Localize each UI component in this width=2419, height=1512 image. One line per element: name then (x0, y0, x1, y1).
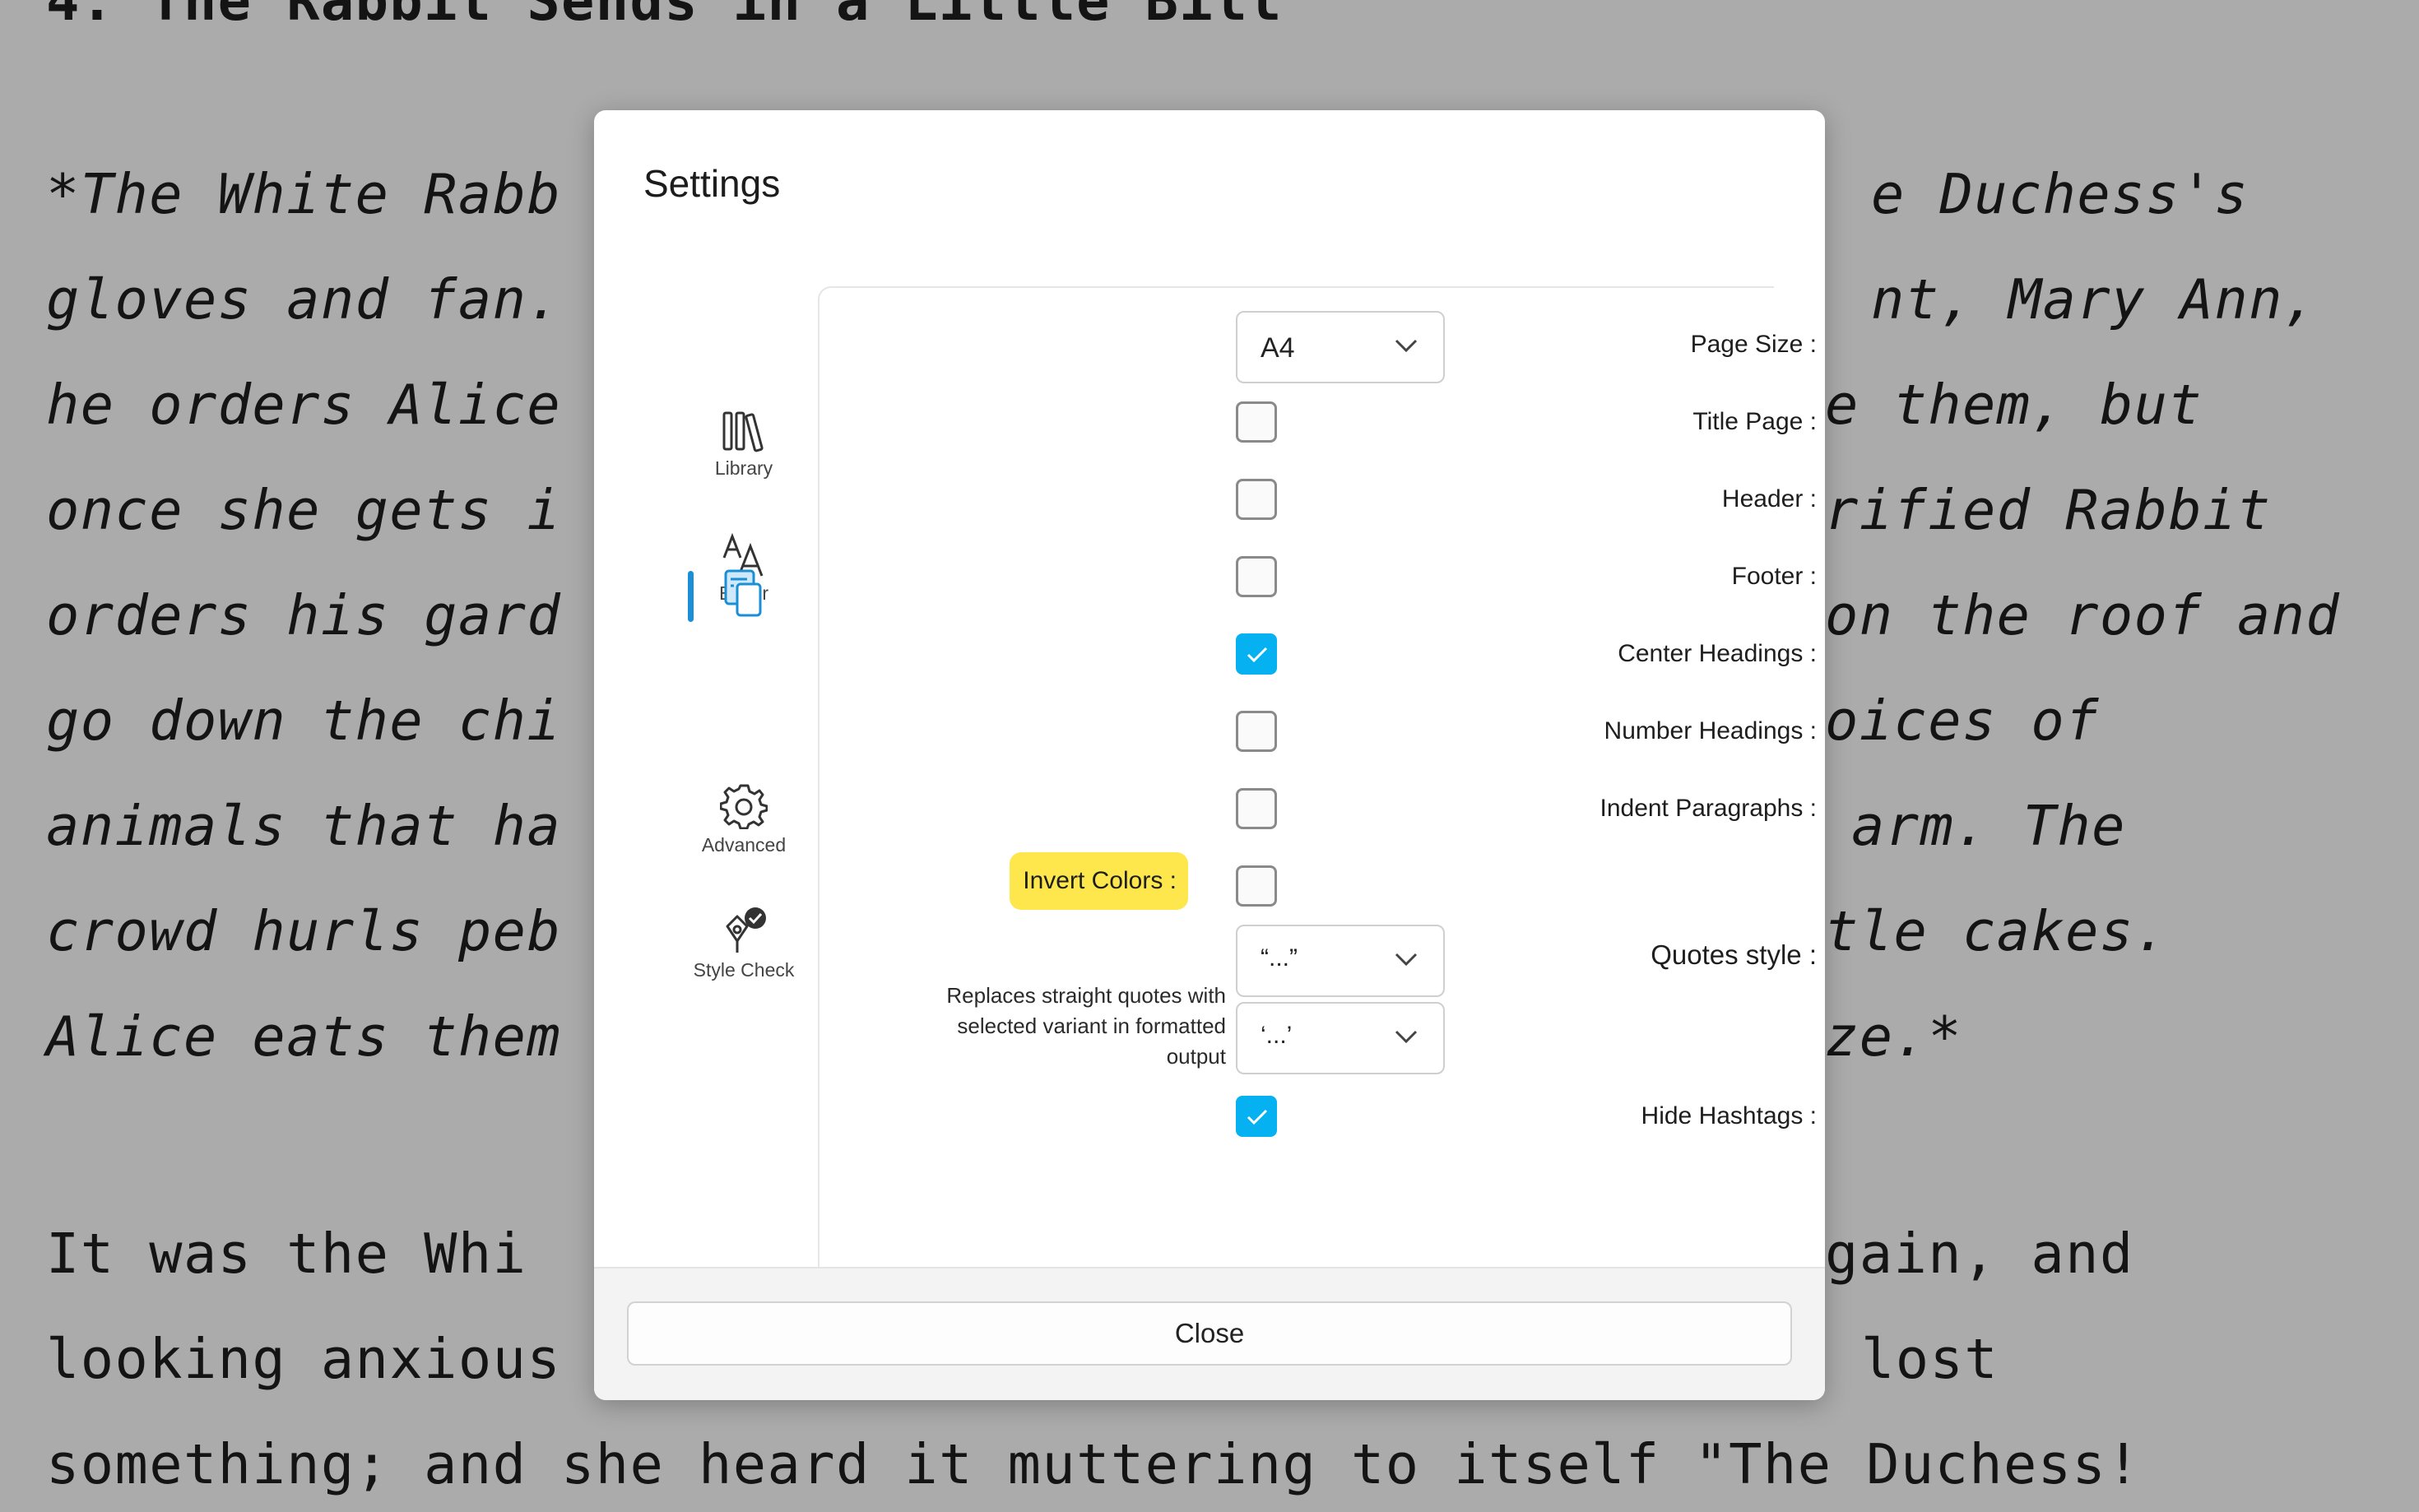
nav-label-library: Library (714, 457, 773, 479)
body-line-right: lost (1861, 1327, 1999, 1391)
invert-colors-label: Invert Colors : (1010, 852, 1188, 910)
header-checkbox[interactable] (1236, 479, 1277, 520)
close-button[interactable]: Close (627, 1301, 1792, 1366)
center-headings-label: Center Headings : (1618, 640, 1817, 667)
style-check-icon (726, 907, 766, 953)
settings-panel (818, 286, 1774, 1283)
summary-line: Alice eats them (46, 1004, 562, 1069)
invert-colors-checkbox[interactable] (1236, 865, 1277, 907)
summary-line: orders his gard (46, 583, 562, 647)
summary-line: *The White Rabb (46, 162, 562, 226)
single-quotes-value: ‘...’ (1261, 1022, 1293, 1049)
nav-item-advanced[interactable]: Advanced (676, 782, 811, 856)
summary-line-right: on the roof and (1825, 583, 2341, 647)
chapter-heading: 4. The Rabbit Sends in a Little Bill (46, 0, 1283, 33)
export-pages-icon (724, 569, 762, 617)
single-quotes-select[interactable]: ‘...’ (1236, 1002, 1445, 1074)
summary-line: he orders Alice (46, 373, 562, 437)
nav-item-library[interactable]: Library (676, 410, 811, 480)
check-icon (1247, 647, 1268, 663)
body-line: looking anxious (46, 1327, 562, 1391)
summary-line-right: e them, but (1825, 373, 2203, 437)
double-quotes-value: “...” (1261, 944, 1298, 972)
nav-label-style-check: Style Check (693, 959, 795, 981)
summary-line: animals that ha (46, 794, 562, 858)
page-size-value: A4 (1261, 332, 1295, 364)
hide-hashtags-checkbox[interactable] (1236, 1096, 1277, 1137)
nav-item-export[interactable] (676, 568, 811, 619)
double-quotes-select[interactable]: “...” (1236, 925, 1445, 997)
title-page-checkbox[interactable] (1236, 401, 1277, 443)
summary-line-right: nt, Mary Ann, (1871, 267, 2318, 332)
summary-line-right: arm. The (1851, 794, 2126, 858)
title-page-label: Title Page : (1692, 408, 1817, 435)
indent-paragraphs-checkbox[interactable] (1236, 788, 1277, 829)
summary-line: go down the chi (46, 689, 562, 753)
summary-line-right: rified Rabbit (1825, 478, 2272, 542)
body-line: It was the Whi (46, 1222, 527, 1286)
chevron-down-icon (1395, 1030, 1418, 1044)
nav-item-style-check[interactable]: Style Check (676, 905, 811, 981)
body-line: something; and she heard it muttering to… (46, 1432, 2141, 1496)
footer-label: Footer : (1731, 563, 1817, 590)
page-size-select[interactable]: A4 (1236, 311, 1445, 383)
summary-line-right: e Duchess's (1871, 162, 2250, 226)
quotes-style-description: Replaces straight quotes with selected v… (946, 983, 1226, 1069)
dialog-title: Settings (643, 162, 781, 205)
summary-line-right: oices of (1825, 689, 2100, 753)
chevron-down-icon (1395, 953, 1418, 967)
header-label: Header : (1721, 485, 1817, 513)
settings-dialog: Settings Library Editor Advanced (594, 110, 1825, 1400)
page-size-label: Page Size : (1690, 331, 1817, 358)
summary-line: once she gets i (46, 478, 562, 542)
library-icon (722, 411, 764, 452)
number-headings-checkbox[interactable] (1236, 711, 1277, 752)
chevron-down-icon (1395, 339, 1418, 353)
summary-line-right: ze.* (1825, 1004, 1962, 1069)
summary-line-right: tle cakes. (1825, 899, 2169, 963)
center-headings-checkbox[interactable] (1236, 633, 1277, 675)
nav-label-advanced: Advanced (701, 834, 787, 856)
gear-icon (720, 784, 768, 829)
summary-line: gloves and fan. (46, 267, 562, 332)
footer-checkbox[interactable] (1236, 556, 1277, 597)
nav-active-indicator (688, 571, 694, 622)
number-headings-label: Number Headings : (1604, 717, 1817, 744)
dialog-footer: Close (594, 1267, 1825, 1400)
check-icon (1247, 1109, 1268, 1125)
hide-hashtags-label: Hide Hashtags : (1641, 1102, 1817, 1129)
summary-line: crowd hurls peb (46, 899, 562, 963)
indent-paragraphs-label: Indent Paragraphs : (1600, 795, 1817, 822)
quotes-style-label: Quotes style : (1651, 939, 1817, 970)
body-line-right: gain, and (1825, 1222, 2134, 1286)
